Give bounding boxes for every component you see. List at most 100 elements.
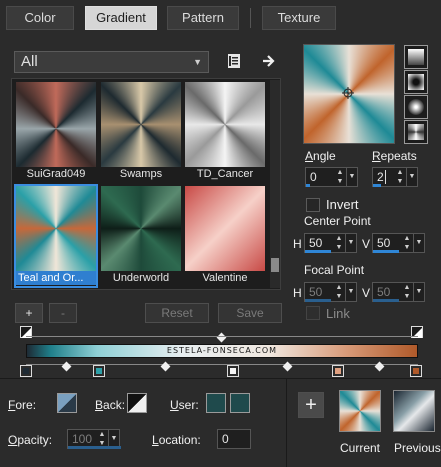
stop-swatch [230, 368, 236, 374]
reset-button[interactable]: Reset [145, 303, 209, 323]
category-dropdown[interactable]: All ▼ [14, 51, 209, 73]
fore-label: Fore: [8, 398, 37, 412]
center-v-label: V [362, 237, 371, 251]
foreground-color-swatch[interactable] [57, 393, 77, 413]
focal-v-slider-bar[interactable] [373, 299, 399, 302]
tab-pattern[interactable]: Pattern [167, 6, 239, 30]
back-label: Back: [95, 398, 126, 412]
color-stop[interactable] [227, 365, 239, 377]
center-v-value: 50 [377, 236, 391, 250]
linear-style-button[interactable] [404, 45, 428, 69]
scrollbar-thumb[interactable] [271, 258, 279, 272]
radial-gradient-icon [408, 99, 424, 115]
invert-label: Invert [326, 197, 359, 212]
spin-arrows-icon[interactable]: ▲ ▼ [402, 234, 412, 252]
chevron-down-icon[interactable]: ▼ [345, 283, 356, 301]
center-v-slider-bar[interactable] [373, 250, 399, 253]
delete-gradient-button[interactable]: - [49, 303, 77, 323]
opacity-input[interactable]: 100 ▲ ▼ ▼ [67, 429, 121, 449]
open-folder-button[interactable] [224, 51, 244, 71]
section-divider [0, 378, 441, 379]
swatch-preview [101, 82, 181, 167]
category-dropdown-value: All [21, 53, 38, 70]
focal-point-label: Focal Point [304, 263, 365, 277]
user-label: User: [170, 398, 199, 412]
center-v-input[interactable]: 50 ▲ ▼ ▼ [372, 233, 425, 253]
opacity-slider-bar[interactable] [68, 446, 121, 449]
sunburst-gradient-icon [408, 124, 424, 140]
spin-arrows-icon[interactable]: ▲ ▼ [335, 168, 345, 186]
swatch-preview [16, 82, 96, 167]
color-stop[interactable] [93, 365, 105, 377]
repeats-input[interactable]: 2 ▲ ▼ ▼ [372, 167, 418, 187]
radial-style-button[interactable] [404, 95, 428, 119]
rectangular-style-button[interactable] [404, 70, 428, 94]
watermark-text: ESTELA-FONSECA.COM [166, 346, 278, 355]
previous-gradient-preview[interactable] [393, 390, 435, 432]
swatch-label: SuiGrad049 [26, 168, 86, 180]
sunburst-style-button[interactable] [404, 120, 428, 144]
color-stop[interactable] [332, 365, 344, 377]
stop-swatch [23, 368, 29, 374]
swatch-label: TD_Cancer [196, 168, 254, 180]
center-h-slider-bar[interactable] [305, 250, 331, 253]
gradient-swatch[interactable]: Swamps [101, 82, 181, 182]
opacity-track [26, 336, 418, 337]
link-label: Link [326, 306, 350, 321]
stop-swatch [96, 368, 102, 374]
background-color-swatch[interactable] [127, 393, 147, 413]
chevron-down-icon[interactable]: ▼ [345, 234, 356, 252]
gradient-swatch[interactable]: Underworld [101, 186, 181, 286]
tab-color[interactable]: Color [6, 6, 74, 30]
chevron-down-icon[interactable]: ▼ [406, 168, 417, 186]
tab-texture[interactable]: Texture [262, 6, 336, 30]
gradient-bar[interactable]: ESTELA-FONSECA.COM [26, 344, 418, 358]
tab-gradient[interactable]: Gradient [85, 6, 157, 30]
center-point-label: Center Point [304, 214, 371, 228]
library-scrollbar[interactable] [270, 80, 280, 288]
spin-arrows-icon[interactable]: ▲ ▼ [334, 283, 344, 301]
add-gradient-button[interactable]: + [15, 303, 43, 323]
angle-label: Angle [305, 149, 336, 163]
angle-slider-bar[interactable] [306, 184, 310, 187]
center-h-input[interactable]: 50 ▲ ▼ ▼ [304, 233, 357, 253]
more-options-button[interactable] [259, 51, 279, 71]
color-track [26, 364, 418, 365]
repeats-slider-bar[interactable] [373, 184, 381, 187]
current-gradient-preview[interactable] [339, 390, 381, 432]
gradient-swatch-selected[interactable]: Teal and Or... [14, 184, 98, 288]
angle-input[interactable]: 0 ▲ ▼ ▼ [305, 167, 358, 187]
focal-v-input[interactable]: 50 ▲ ▼ ▼ [372, 282, 425, 302]
spin-arrows-icon[interactable]: ▲ ▼ [334, 234, 344, 252]
swatch-preview [185, 82, 265, 167]
invert-checkbox[interactable] [306, 198, 320, 212]
gradient-preview[interactable] [303, 44, 395, 144]
spin-arrows-icon[interactable]: ▲ ▼ [402, 283, 412, 301]
swatch-preview [16, 186, 96, 271]
chevron-down-icon[interactable]: ▼ [346, 168, 357, 186]
chevron-down-icon[interactable]: ▼ [413, 234, 424, 252]
focal-h-slider-bar[interactable] [305, 299, 331, 302]
opacity-midpoint[interactable] [216, 332, 227, 343]
color-stop[interactable] [20, 365, 32, 377]
swatch-preview [185, 186, 265, 271]
user-color-swatch[interactable] [230, 393, 250, 413]
focal-h-input[interactable]: 50 ▲ ▼ ▼ [304, 282, 357, 302]
chevron-down-icon[interactable]: ▼ [413, 283, 424, 301]
opacity-value: 100 [72, 432, 93, 446]
user-color-swatch[interactable] [206, 393, 226, 413]
swatch-label: Teal and Or... [16, 271, 96, 285]
gradient-swatch[interactable]: Valentine [185, 186, 265, 286]
swatch-label: Valentine [202, 272, 248, 284]
arrow-right-icon [263, 55, 275, 67]
link-checkbox[interactable] [306, 306, 320, 320]
spin-arrows-icon[interactable]: ▲ ▼ [395, 168, 405, 186]
color-stop[interactable] [410, 365, 422, 377]
add-to-library-button[interactable]: + [298, 392, 324, 418]
save-button[interactable]: Save [218, 303, 282, 323]
crosshair-icon[interactable] [342, 87, 354, 99]
angle-value: 0 [310, 170, 317, 184]
location-input[interactable]: 0 [217, 429, 251, 449]
gradient-swatch[interactable]: SuiGrad049 [16, 82, 96, 182]
gradient-swatch[interactable]: TD_Cancer [185, 82, 265, 182]
